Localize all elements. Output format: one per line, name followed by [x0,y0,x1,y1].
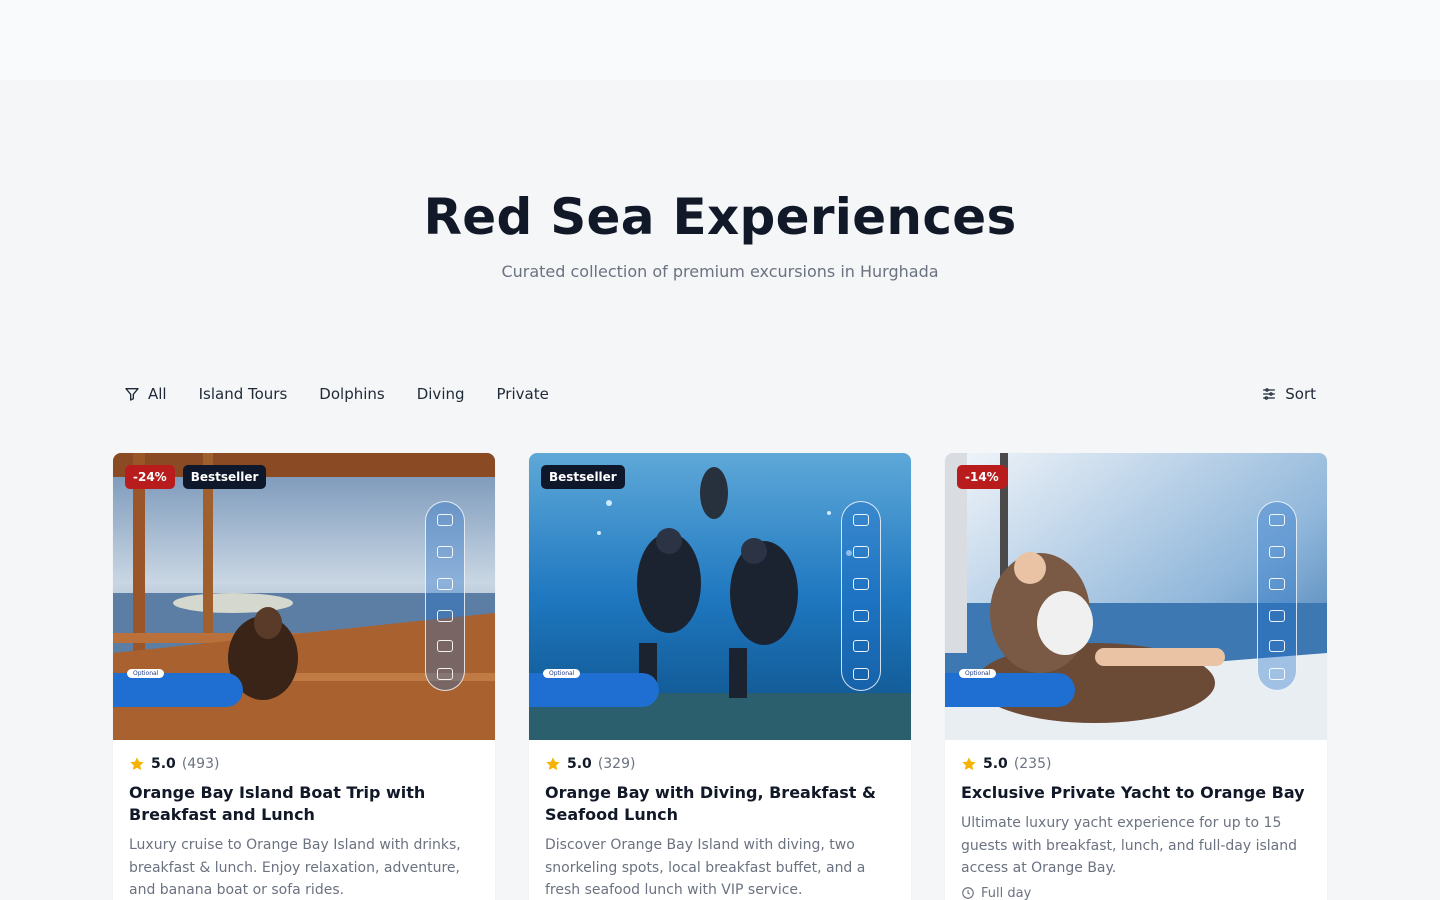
filter-icon [125,388,139,401]
tour-title[interactable]: Orange Bay with Diving, Breakfast & Seaf… [545,782,895,826]
optional-extras-strip [113,673,243,707]
tour-card[interactable]: Optional -14% 5.0 (235) Exclusive Privat… [945,453,1327,900]
water-sports-icon [437,610,453,622]
rating: 5.0 (329) [545,756,895,772]
optional-tag: Optional [127,669,165,678]
sort-label: Sort [1285,385,1316,403]
tour-description: Luxury cruise to Orange Bay Island with … [129,837,461,898]
filter-diving-button[interactable]: Diving [406,379,476,409]
rating-score: 5.0 [983,756,1008,772]
filter-island-tours-button[interactable]: Island Tours [188,379,299,409]
seafood-icon [853,578,869,590]
fins-icon [1269,514,1285,526]
filter-diving-label: Diving [416,385,465,403]
filter-island-tours-label: Island Tours [198,385,288,403]
transport-icon [437,668,453,680]
tour-title[interactable]: Orange Bay Island Boat Trip with Breakfa… [129,782,479,826]
filter-private-button[interactable]: Private [486,379,560,409]
optional-extras-strip [529,673,659,707]
rating: 5.0 (235) [961,756,1311,772]
amenities-panel [1257,501,1297,691]
tour-card[interactable]: Optional -24% Bestseller 5.0 (493) Orang… [113,453,495,900]
snorkeling-icon [437,546,453,558]
filter-all-button[interactable]: All [113,379,178,409]
optional-tag: Optional [543,669,581,678]
filter-all-label: All [148,385,167,403]
fins-icon [437,514,453,526]
tour-card-image[interactable]: Optional -14% [945,453,1327,740]
diving-mask-icon [853,546,869,558]
page-title: Red Sea Experiences [423,188,1017,246]
water-sports-icon [853,610,869,622]
amenities-panel [841,501,881,691]
top-navigation-bar [0,0,1440,80]
optional-tag: Optional [959,669,997,678]
tour-duration: Full day [961,886,1311,900]
page-subtitle: Curated collection of premium excursions… [501,262,939,281]
filter-bar: All Island Tours Dolphins Diving Private… [113,378,1327,410]
transport-icon [1269,668,1285,680]
review-count: (493) [181,756,220,772]
tour-card-image[interactable]: Optional Bestseller [529,453,911,740]
rating-score: 5.0 [151,756,176,772]
rating: 5.0 (493) [129,756,479,772]
star-icon [546,757,560,771]
breakfast-icon [437,640,453,652]
fins-icon [853,514,869,526]
sort-button[interactable]: Sort [1250,379,1327,409]
tour-description: Ultimate luxury yacht experience for up … [961,815,1298,876]
hero-section: Red Sea Experiences Curated collection o… [0,185,1440,283]
star-icon [130,757,144,771]
review-count: (329) [597,756,636,772]
seafood-icon [437,578,453,590]
review-count: (235) [1013,756,1052,772]
seafood-icon [1269,578,1285,590]
tour-card-image[interactable]: Optional -24% Bestseller [113,453,495,740]
tour-card[interactable]: Optional Bestseller 5.0 (329) Orange Bay… [529,453,911,900]
tour-description: Discover Orange Bay Island with diving, … [545,837,866,898]
clock-icon [962,887,974,899]
optional-extras-strip [945,673,1075,707]
amenities-panel [425,501,465,691]
water-sports-icon [1269,610,1285,622]
transport-icon [853,668,869,680]
snorkeling-icon [1269,546,1285,558]
discount-badge: -24% [125,465,175,489]
tour-title[interactable]: Exclusive Private Yacht to Orange Bay [961,782,1311,804]
bestseller-badge: Bestseller [541,465,625,489]
filter-dolphins-label: Dolphins [319,385,385,403]
tour-card-grid: Optional -24% Bestseller 5.0 (493) Orang… [113,453,1327,900]
discount-badge: -14% [957,465,1007,489]
duration-label: Full day [981,885,1032,900]
star-icon [962,757,976,771]
filter-dolphins-button[interactable]: Dolphins [308,379,395,409]
sliders-icon [1263,388,1276,400]
filter-private-label: Private [496,385,549,403]
bestseller-badge: Bestseller [182,465,267,489]
breakfast-icon [1269,640,1285,652]
rating-score: 5.0 [567,756,592,772]
breakfast-icon [853,640,869,652]
